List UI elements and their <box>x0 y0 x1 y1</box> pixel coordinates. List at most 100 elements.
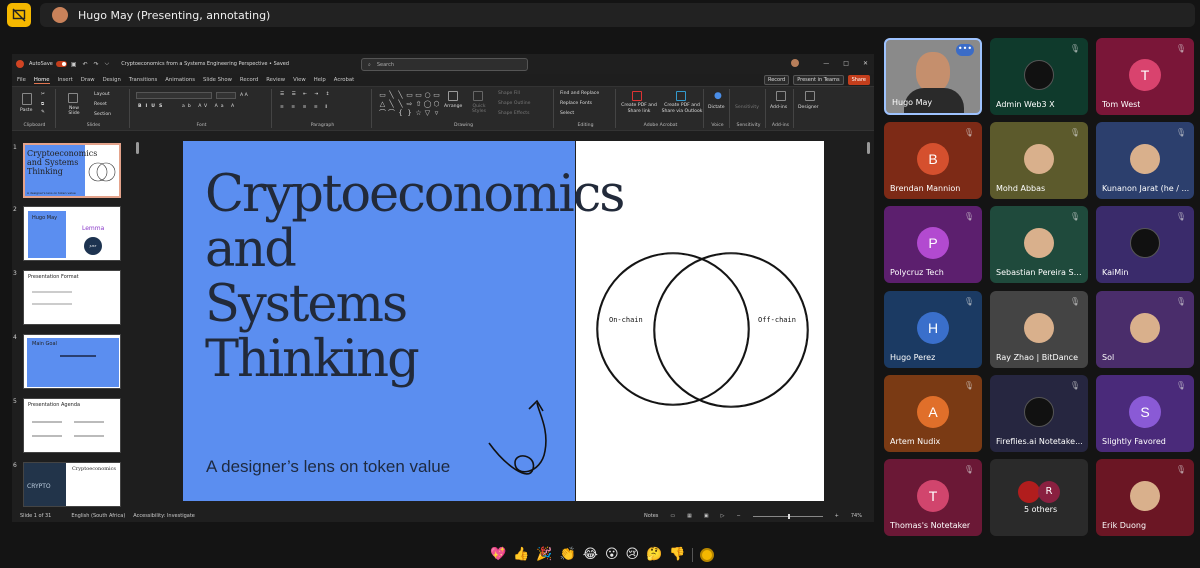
new-slide-icon[interactable] <box>68 93 78 103</box>
participant-tile[interactable]: 🎙 Admin Web3 X <box>990 38 1088 115</box>
zoom-slider[interactable] <box>752 513 823 519</box>
shape-outline-button[interactable]: Shape Outline <box>498 101 530 106</box>
maximize-icon[interactable]: □ <box>843 60 849 67</box>
section-button[interactable]: Section <box>94 112 111 117</box>
thumbnail-slide-2[interactable]: Hugo May Lemma JUST <box>23 206 121 261</box>
pdf-outlook-icon[interactable] <box>676 91 686 101</box>
participant-tile[interactable]: 🎙 Sebastian Pereira Su... <box>990 206 1088 283</box>
addins-icon[interactable] <box>776 91 786 101</box>
arrange-icon[interactable] <box>448 91 458 101</box>
reaction-celebrate-icon[interactable]: 🎉 <box>536 545 552 565</box>
replace-fonts-button[interactable]: Replace Fonts <box>560 101 592 106</box>
copy-icon[interactable]: ⧉ <box>41 101 44 107</box>
reaction-applause-icon[interactable]: 👏 <box>560 545 576 565</box>
document-title[interactable]: Cryptoeconomics from a Systems Engineeri… <box>121 61 289 67</box>
font-format-icons[interactable]: BIUS <box>138 104 166 109</box>
sensitivity-button[interactable]: Sensitivity <box>735 105 759 110</box>
paste-icon[interactable] <box>22 93 32 105</box>
reading-view-icon[interactable]: ▣ <box>704 513 709 519</box>
thumbnail-slide-3[interactable]: Presentation Format <box>23 270 121 325</box>
addins-button[interactable]: Add-ins <box>770 105 787 110</box>
new-slide-button[interactable]: New Slide <box>64 106 84 116</box>
zoom-in-icon[interactable]: + <box>835 513 839 519</box>
shapes-gallery[interactable]: ▭ ╲ ╲ ▭ ▭ ○ ▭ △ ╲ ╲ ⇨ ⇧ ◯ ⬡ ⌒ ⌒{} ☆ ▽ ▿ <box>378 91 444 119</box>
reaction-dislike-icon[interactable]: 👎 <box>669 545 685 565</box>
undo-icon[interactable]: ↶ <box>83 61 88 68</box>
participant-tile[interactable]: 🎙 Mohd Abbas <box>990 122 1088 199</box>
participant-tile[interactable]: R 5 others <box>990 459 1088 536</box>
participant-tile[interactable]: T 🎙 Thomas's Notetaker <box>884 459 982 536</box>
record-button[interactable]: Record <box>763 75 790 85</box>
shape-fill-button[interactable]: Shape Fill <box>498 91 520 96</box>
reset-button[interactable]: Reset <box>94 102 107 107</box>
slideshow-icon[interactable]: ▷ <box>721 513 725 519</box>
participant-tile[interactable]: 🎙 Fireflies.ai Notetake... <box>990 375 1088 452</box>
find-replace-button[interactable]: Find and Replace <box>560 91 599 96</box>
tab-insert[interactable]: Insert <box>58 77 73 83</box>
cut-icon[interactable]: ✂ <box>41 92 45 97</box>
sorter-view-icon[interactable]: ▦ <box>687 513 692 519</box>
tab-review[interactable]: Review <box>266 77 285 83</box>
paste-button[interactable]: Paste <box>20 108 32 113</box>
share-button[interactable]: Share <box>847 75 870 85</box>
customize-icon[interactable]: ⌵ <box>105 60 110 68</box>
font-grow-icon[interactable]: A A <box>240 93 248 98</box>
normal-view-icon[interactable]: ▭ <box>670 513 675 519</box>
save-icon[interactable]: ▣ <box>71 61 77 68</box>
close-icon[interactable]: ✕ <box>863 60 868 67</box>
more-options-icon[interactable]: ••• <box>956 44 974 56</box>
tab-record[interactable]: Record <box>240 77 258 83</box>
tab-transitions[interactable]: Transitions <box>129 77 157 83</box>
slide-scrollbar[interactable] <box>867 142 870 502</box>
participant-tile[interactable]: T 🎙 Tom West <box>1096 38 1194 115</box>
zoom-level[interactable]: 74% <box>851 513 862 519</box>
tab-view[interactable]: View <box>293 77 306 83</box>
microphone-icon[interactable]: ● <box>714 91 722 101</box>
designer-icon[interactable] <box>805 91 815 101</box>
participant-tile[interactable]: ••• Hugo May <box>884 38 982 115</box>
slide-title[interactable]: Cryptoeconomics and Systems Thinking <box>205 167 625 387</box>
shape-effects-button[interactable]: Shape Effects <box>498 111 529 116</box>
layout-button[interactable]: Layout <box>94 92 110 97</box>
reaction-laugh-icon[interactable]: 😂 <box>583 545 598 565</box>
zoom-out-icon[interactable]: − <box>736 513 740 519</box>
participant-tile[interactable]: 🎙 Erik Duong <box>1096 459 1194 536</box>
font-size-input[interactable] <box>216 92 236 99</box>
slide-canvas[interactable]: Cryptoeconomics and Systems Thinking A d… <box>183 141 824 501</box>
pdf-icon[interactable] <box>632 91 642 101</box>
participant-tile[interactable]: 🎙 Sol <box>1096 291 1194 368</box>
tab-file[interactable]: File <box>17 77 26 83</box>
participant-tile[interactable]: S 🎙 Slightly Favored <box>1096 375 1194 452</box>
participant-tile[interactable]: P 🎙 Polycruz Tech <box>884 206 982 283</box>
raise-hand-icon[interactable] <box>700 548 715 562</box>
thumbnail-slide-1[interactable]: Cryptoeconomics and Systems Thinking A d… <box>23 143 121 198</box>
tab-slide-show[interactable]: Slide Show <box>203 77 232 83</box>
create-pdf-outlook-button[interactable]: Create PDF and Share via Outlook <box>660 103 704 115</box>
account-avatar[interactable] <box>791 59 800 67</box>
thumbnail-slide-5[interactable]: Presentation Agenda <box>23 398 121 453</box>
autosave-toggle[interactable] <box>55 61 67 67</box>
font-effects-icons[interactable]: ab AV Aa A <box>182 104 237 109</box>
slide-subtitle[interactable]: A designer’s lens on token value <box>206 457 450 477</box>
thumbnail-scrollbar[interactable] <box>136 142 139 502</box>
dictate-button[interactable]: Dictate <box>708 105 725 110</box>
participant-tile[interactable]: 🎙 Kunanon Jarat (he / ... <box>1096 122 1194 199</box>
participant-tile[interactable]: 🎙 KaiMin <box>1096 206 1194 283</box>
reaction-surprised-icon[interactable]: 😮 <box>605 545 619 565</box>
participant-tile[interactable]: 🎙 Ray Zhao | BitDance <box>990 291 1088 368</box>
stop-presenting-button[interactable] <box>7 3 31 27</box>
participant-tile[interactable]: B 🎙 Brendan Mannion <box>884 122 982 199</box>
reaction-thinking-icon[interactable]: 🤔 <box>646 545 662 565</box>
reaction-heart-icon[interactable]: 💖 <box>490 545 506 565</box>
tab-draw[interactable]: Draw <box>81 77 95 83</box>
tab-home[interactable]: Home <box>33 77 50 84</box>
tab-design[interactable]: Design <box>103 77 121 83</box>
redo-icon[interactable]: ↷ <box>94 61 99 68</box>
font-name-input[interactable] <box>136 92 212 99</box>
language-status[interactable]: English (South Africa) <box>71 513 125 519</box>
tab-animations[interactable]: Animations <box>165 77 195 83</box>
search-input[interactable]: ⌕ Search <box>361 58 528 71</box>
align-icons[interactable]: ≡ ≡ ≡ ≡ ⫴ <box>280 104 330 110</box>
notes-button[interactable]: Notes <box>644 513 658 519</box>
list-icons[interactable]: ☰ ☰ ⇤ ⇥ ↕ <box>280 92 333 97</box>
